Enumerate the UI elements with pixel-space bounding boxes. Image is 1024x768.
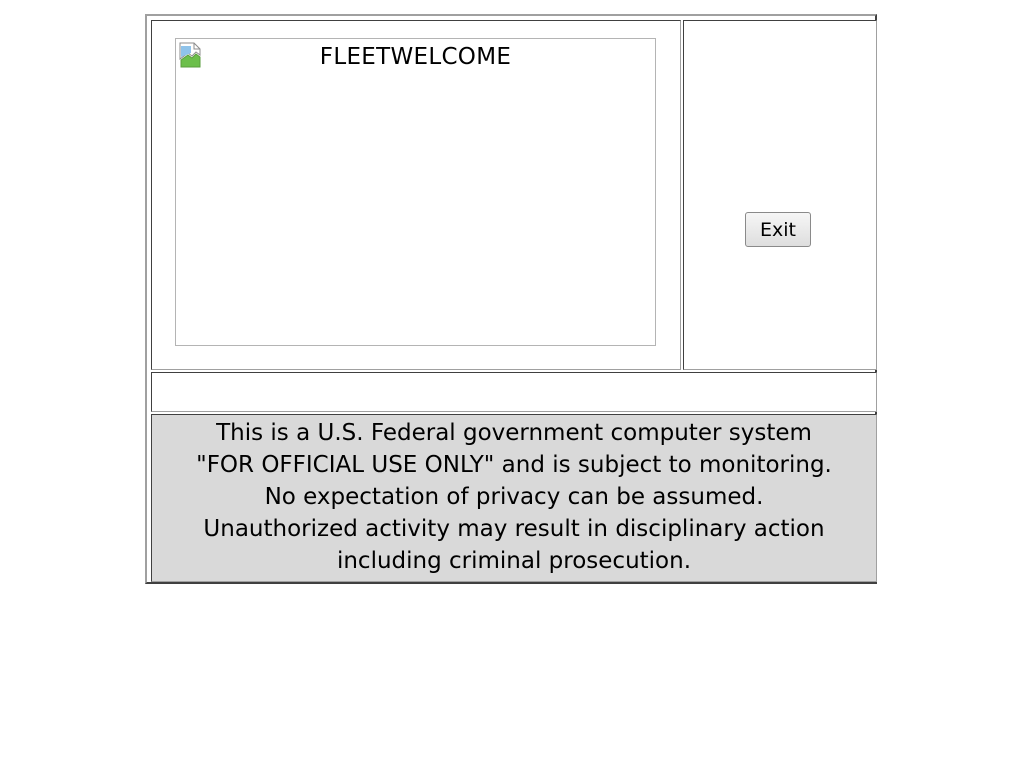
welcome-image: FLEETWELCOME xyxy=(175,38,656,346)
welcome-image-cell: FLEETWELCOME xyxy=(151,20,681,370)
login-frame: FLEETWELCOME Exit This is a U.S. Federal… xyxy=(145,14,877,584)
notice-line: No expectation of privacy can be assumed… xyxy=(264,484,764,510)
notice-line: Unauthorized activity may result in disc… xyxy=(203,516,825,542)
welcome-image-alt-text: FLEETWELCOME xyxy=(319,44,512,70)
security-notice-text: This is a U.S. Federal government comput… xyxy=(152,417,876,577)
notice-line: including criminal prosecution. xyxy=(336,548,692,574)
exit-button[interactable]: Exit xyxy=(745,212,811,247)
spacer-row xyxy=(151,372,877,412)
notice-line: This is a U.S. Federal government comput… xyxy=(216,420,812,446)
notice-line: "FOR OFFICIAL USE ONLY" and is subject t… xyxy=(196,452,832,478)
exit-cell: Exit xyxy=(683,20,877,370)
security-notice: This is a U.S. Federal government comput… xyxy=(151,414,877,582)
